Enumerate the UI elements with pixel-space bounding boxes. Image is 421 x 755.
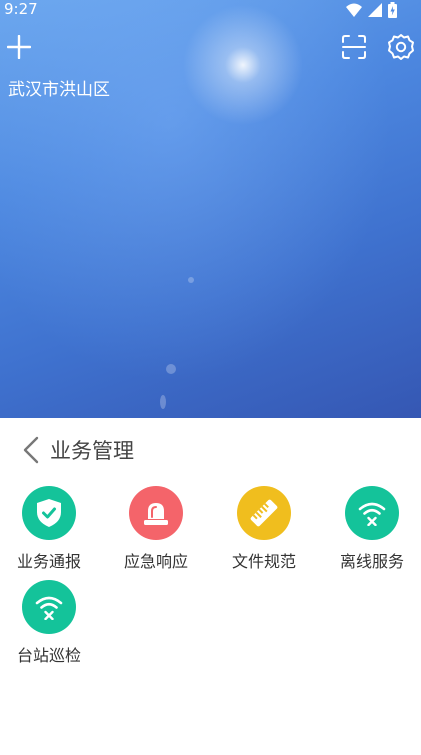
status-time: 9:27 [4,0,38,18]
tile-label: 文件规范 [231,552,296,571]
tile-label: 业务通报 [16,552,81,571]
tile-offline-service[interactable]: 离线服务 [322,486,421,572]
tile-icon-circle [22,580,76,634]
wifi-off-icon [35,596,63,620]
weather-background [0,0,421,418]
wifi-icon [346,3,362,17]
scan-icon[interactable] [341,34,367,60]
panel-header: 业务管理 [22,432,134,468]
wifi-off-icon [358,502,386,526]
settings-icon[interactable] [387,33,415,61]
tile-label: 应急响应 [123,552,188,571]
tile-icon-circle [129,486,183,540]
business-panel: 业务管理 业务通报 应急响应 文件规范 离线服务 台站巡检 [0,418,421,755]
alarm-light-icon [144,503,168,525]
signal-icon [368,3,382,17]
shield-check-icon [37,499,61,527]
back-chevron-icon[interactable] [22,436,40,464]
location-label: 武汉市洪山区 [8,80,110,100]
lens-flare [160,395,166,409]
lens-flare [188,277,194,283]
ruler-icon [250,499,278,527]
panel-title: 业务管理 [50,439,134,463]
tile-icon-circle [345,486,399,540]
plus-icon[interactable] [7,35,31,59]
tile-label: 台站巡检 [16,646,81,665]
tile-icon-circle [22,486,76,540]
tile-icon-circle [237,486,291,540]
lens-flare [166,364,176,374]
tile-label: 离线服务 [339,552,404,571]
tile-document-standards[interactable]: 文件规范 [214,486,314,572]
tile-business-report[interactable]: 业务通报 [0,486,99,572]
tile-emergency-response[interactable]: 应急响应 [106,486,206,572]
tile-station-inspection[interactable]: 台站巡检 [0,580,99,666]
status-bar: 9:27 [0,0,421,20]
battery-icon [388,2,397,18]
